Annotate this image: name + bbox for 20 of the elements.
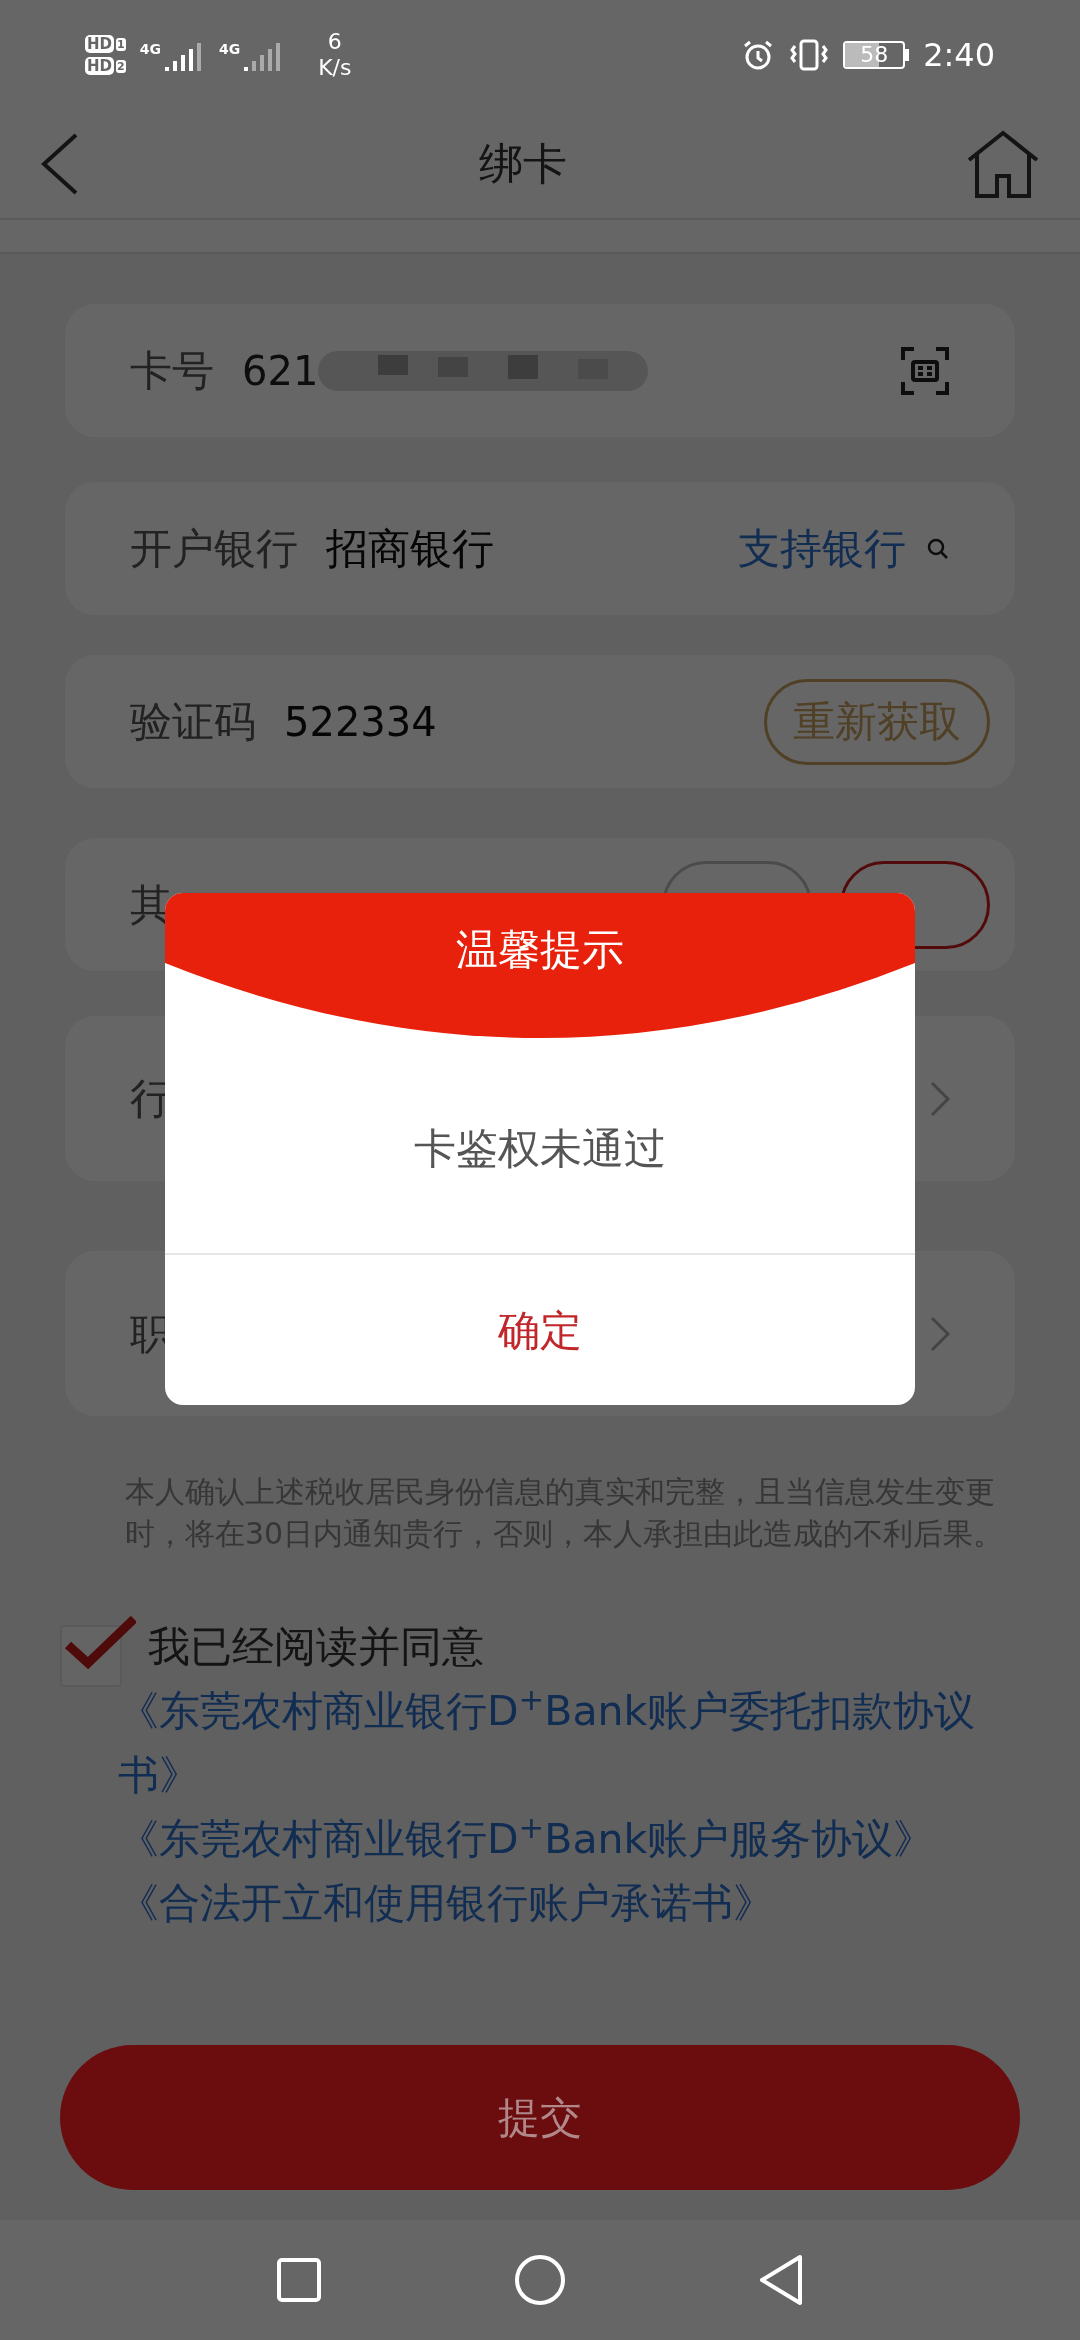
verification-code: 522334 bbox=[284, 697, 437, 747]
hd-label: HD bbox=[85, 35, 114, 53]
page-title: 绑卡 bbox=[479, 137, 567, 191]
bank-name: 招商银行 bbox=[326, 523, 494, 575]
field-label: 开户银行 bbox=[130, 523, 298, 575]
clock-time: 2:40 bbox=[923, 35, 995, 76]
network-type: 4G bbox=[139, 40, 161, 59]
speed-unit: K/s bbox=[318, 55, 352, 81]
network-type: 4G bbox=[218, 40, 241, 59]
dialog-message: 卡鉴权未通过 bbox=[414, 1122, 666, 1175]
dialog-title: 温馨提示 bbox=[456, 923, 624, 976]
sim-index: 1 bbox=[116, 37, 126, 51]
field-label: 验证码 bbox=[130, 696, 256, 748]
field-label: 卡号 bbox=[130, 345, 214, 397]
field-label: 其 bbox=[130, 879, 172, 931]
hd-label: HD bbox=[85, 57, 114, 75]
network-speed: 6 bbox=[327, 29, 342, 55]
sim-index: 2 bbox=[116, 59, 126, 73]
card-number: 621 bbox=[242, 346, 319, 396]
agreement-label: 我已经阅读并同意 bbox=[148, 1621, 485, 1673]
